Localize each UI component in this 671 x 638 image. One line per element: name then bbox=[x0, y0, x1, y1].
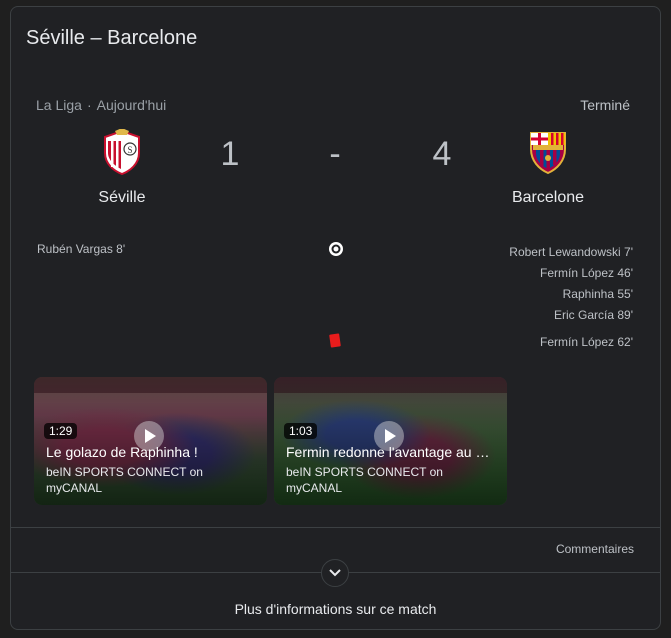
away-team-name[interactable]: Barcelone bbox=[488, 189, 608, 207]
match-date: Aujourd'hui bbox=[96, 97, 167, 113]
video-duration: 1:29 bbox=[44, 423, 78, 439]
sevilla-crest-icon[interactable]: S bbox=[99, 129, 145, 175]
expand-button[interactable] bbox=[321, 559, 349, 587]
video-duration: 1:03 bbox=[284, 423, 318, 439]
soccer-ball-icon bbox=[329, 242, 343, 256]
more-info-link[interactable]: Plus d'informations sur ce match bbox=[11, 601, 660, 617]
away-score: 4 bbox=[432, 135, 452, 173]
video-source: beIN SPORTS CONNECT on myCANAL bbox=[286, 465, 443, 495]
video-title[interactable]: Le golazo de Raphinha ! bbox=[46, 444, 256, 460]
svg-text:S: S bbox=[127, 145, 132, 155]
away-scorer: Eric García 89' bbox=[554, 308, 633, 322]
away-scorers-list: Robert Lewandowski 7' Fermín López 46' R… bbox=[509, 242, 633, 326]
home-score: 1 bbox=[220, 135, 240, 173]
video-source: beIN SPORTS CONNECT on myCANAL bbox=[46, 465, 203, 495]
home-team-name[interactable]: Séville bbox=[62, 189, 182, 207]
score-separator: - bbox=[329, 135, 341, 173]
red-card-player: Fermín López 62' bbox=[539, 335, 633, 349]
barcelona-crest-icon[interactable] bbox=[525, 129, 571, 175]
comments-link[interactable]: Commentaires bbox=[556, 542, 634, 556]
away-scorer: Fermín López 46' bbox=[539, 266, 633, 280]
video-card[interactable]: 1:03 Fermin redonne l'avantage au … beIN… bbox=[274, 377, 507, 505]
video-title[interactable]: Fermin redonne l'avantage au … bbox=[286, 444, 496, 460]
match-status: Terminé bbox=[580, 97, 630, 113]
match-card: Séville – Barcelone La Liga · Aujourd'hui … bbox=[10, 6, 661, 630]
meta-separator: · bbox=[86, 97, 92, 113]
chevron-down-icon bbox=[329, 569, 341, 577]
video-card[interactable]: 1:29 Le golazo de Raphinha ! beIN SPORTS… bbox=[34, 377, 267, 505]
divider bbox=[11, 527, 660, 528]
home-scorer: Rubén Vargas 8' bbox=[37, 242, 126, 256]
away-scorer: Robert Lewandowski 7' bbox=[509, 245, 633, 259]
match-title[interactable]: Séville – Barcelone bbox=[26, 27, 197, 50]
red-card-icon bbox=[329, 333, 341, 348]
match-meta: La Liga · Aujourd'hui bbox=[36, 97, 166, 113]
away-scorer: Raphinha 55' bbox=[562, 287, 633, 301]
league-label[interactable]: La Liga bbox=[36, 97, 82, 113]
